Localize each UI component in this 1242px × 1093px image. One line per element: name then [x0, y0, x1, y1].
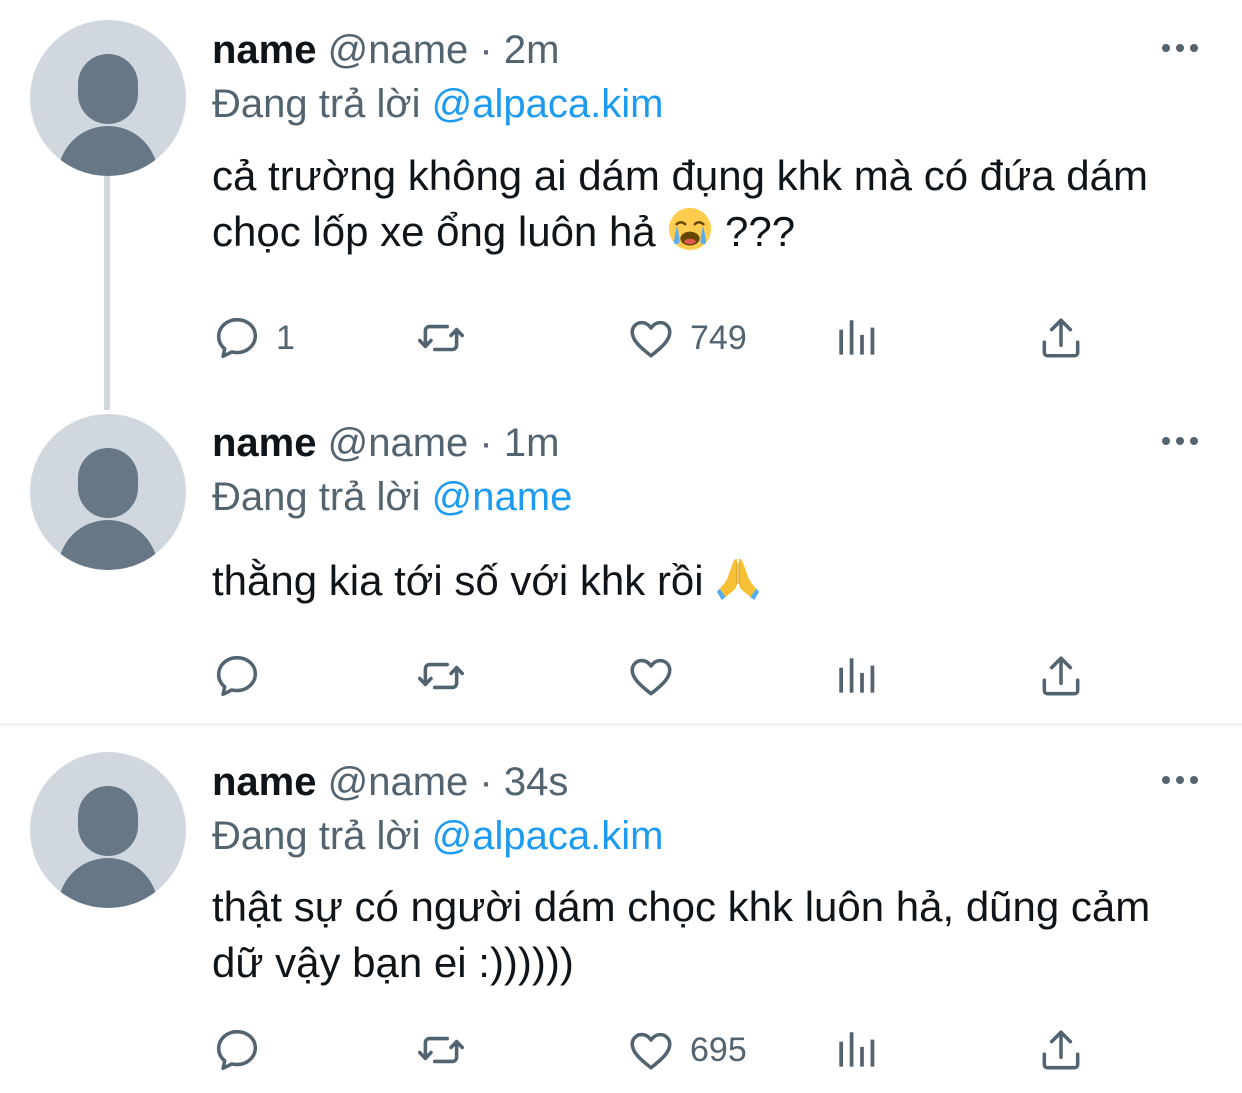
user-handle[interactable]: @name [328, 421, 469, 465]
retweet-icon [416, 1025, 466, 1075]
avatar-head-shape [78, 54, 138, 124]
reply-button[interactable] [212, 648, 262, 704]
display-name[interactable]: name [212, 421, 317, 465]
timestamp[interactable]: 2m [504, 28, 560, 72]
share-icon [1036, 1025, 1086, 1075]
tweet-3[interactable]: name @name · 34s Đang trả lời @alpaca.ki… [0, 726, 1242, 1093]
separator-dot: · [479, 760, 493, 804]
share-icon [1036, 651, 1086, 701]
like-icon [626, 1025, 676, 1075]
avatar-placeholder[interactable] [30, 20, 186, 176]
avatar-placeholder[interactable] [30, 752, 186, 908]
like-button[interactable]: 749 [626, 310, 747, 366]
retweet-button[interactable] [416, 648, 466, 704]
views-button[interactable] [832, 648, 882, 704]
more-options-icon[interactable] [1160, 433, 1200, 449]
like-icon [626, 651, 676, 701]
timestamp[interactable]: 34s [504, 760, 569, 804]
tweet-text-body: thật sự có người dám chọc khk luôn hả, d… [212, 883, 1151, 986]
retweet-icon [416, 651, 466, 701]
views-button[interactable] [832, 1022, 882, 1078]
views-icon [832, 651, 882, 701]
replying-prefix: Đang trả lời [212, 814, 421, 858]
share-button[interactable] [1036, 1022, 1086, 1078]
separator-dot: · [479, 421, 493, 465]
reply-count: 1 [276, 318, 295, 357]
replying-to: Đang trả lời @alpaca.kim [212, 80, 663, 128]
user-handle[interactable]: @name [328, 28, 469, 72]
folded-hands-icon [715, 555, 761, 601]
share-button[interactable] [1036, 310, 1086, 366]
reply-icon [212, 313, 262, 363]
user-handle[interactable]: @name [328, 760, 469, 804]
more-options-icon[interactable] [1160, 772, 1200, 788]
loudly-crying-face-icon [667, 206, 713, 252]
tweet-text: thằng kia tới số với khk rồi [212, 553, 1212, 609]
reply-icon [212, 651, 262, 701]
share-button[interactable] [1036, 648, 1086, 704]
share-icon [1036, 313, 1086, 363]
views-icon [832, 313, 882, 363]
tweet-header: name @name · 34s [212, 758, 568, 806]
reply-button[interactable]: 1 [212, 310, 295, 366]
avatar-body-shape [58, 858, 158, 908]
retweet-icon [416, 313, 466, 363]
tweet-actions: 1 749 [212, 310, 1092, 366]
avatar-body-shape [58, 520, 158, 570]
tweet-text: cả trường không ai dám đụng khk mà có đứ… [212, 148, 1212, 260]
views-icon [832, 1025, 882, 1075]
replying-mention-link[interactable]: @alpaca.kim [432, 82, 664, 126]
tweet-text-suffix: ??? [725, 208, 796, 255]
tweet-1[interactable]: name @name · 2m Đang trả lời @alpaca.kim… [0, 0, 1242, 410]
replying-mention-link[interactable]: @alpaca.kim [432, 814, 664, 858]
display-name[interactable]: name [212, 760, 317, 804]
replying-to: Đang trả lời @name [212, 473, 572, 521]
avatar-head-shape [78, 448, 138, 518]
avatar-head-shape [78, 786, 138, 856]
like-button[interactable] [626, 648, 676, 704]
replying-prefix: Đang trả lời [212, 475, 421, 519]
reply-icon [212, 1025, 262, 1075]
tweet-2[interactable]: name @name · 1m Đang trả lời @name thằng… [0, 410, 1242, 723]
reply-button[interactable] [212, 1022, 262, 1078]
more-options-icon[interactable] [1160, 40, 1200, 56]
tweet-header: name @name · 2m [212, 26, 559, 74]
replying-prefix: Đang trả lời [212, 82, 421, 126]
replying-mention-link[interactable]: @name [432, 475, 573, 519]
like-count: 749 [690, 318, 747, 357]
tweet-text-body: thằng kia tới số với khk rồi [212, 557, 704, 604]
tweet-actions: 695 [212, 1022, 1092, 1078]
like-count: 695 [690, 1030, 747, 1069]
avatar-placeholder[interactable] [30, 414, 186, 570]
like-button[interactable]: 695 [626, 1022, 747, 1078]
display-name[interactable]: name [212, 28, 317, 72]
timestamp[interactable]: 1m [504, 421, 560, 465]
like-icon [626, 313, 676, 363]
retweet-button[interactable] [416, 1022, 466, 1078]
tweet-header: name @name · 1m [212, 419, 559, 467]
tweet-text: thật sự có người dám chọc khk luôn hả, d… [212, 879, 1212, 991]
retweet-button[interactable] [416, 310, 466, 366]
tweet-actions [212, 648, 1092, 704]
separator-dot: · [479, 28, 493, 72]
avatar-body-shape [58, 126, 158, 176]
views-button[interactable] [832, 310, 882, 366]
replying-to: Đang trả lời @alpaca.kim [212, 812, 663, 860]
